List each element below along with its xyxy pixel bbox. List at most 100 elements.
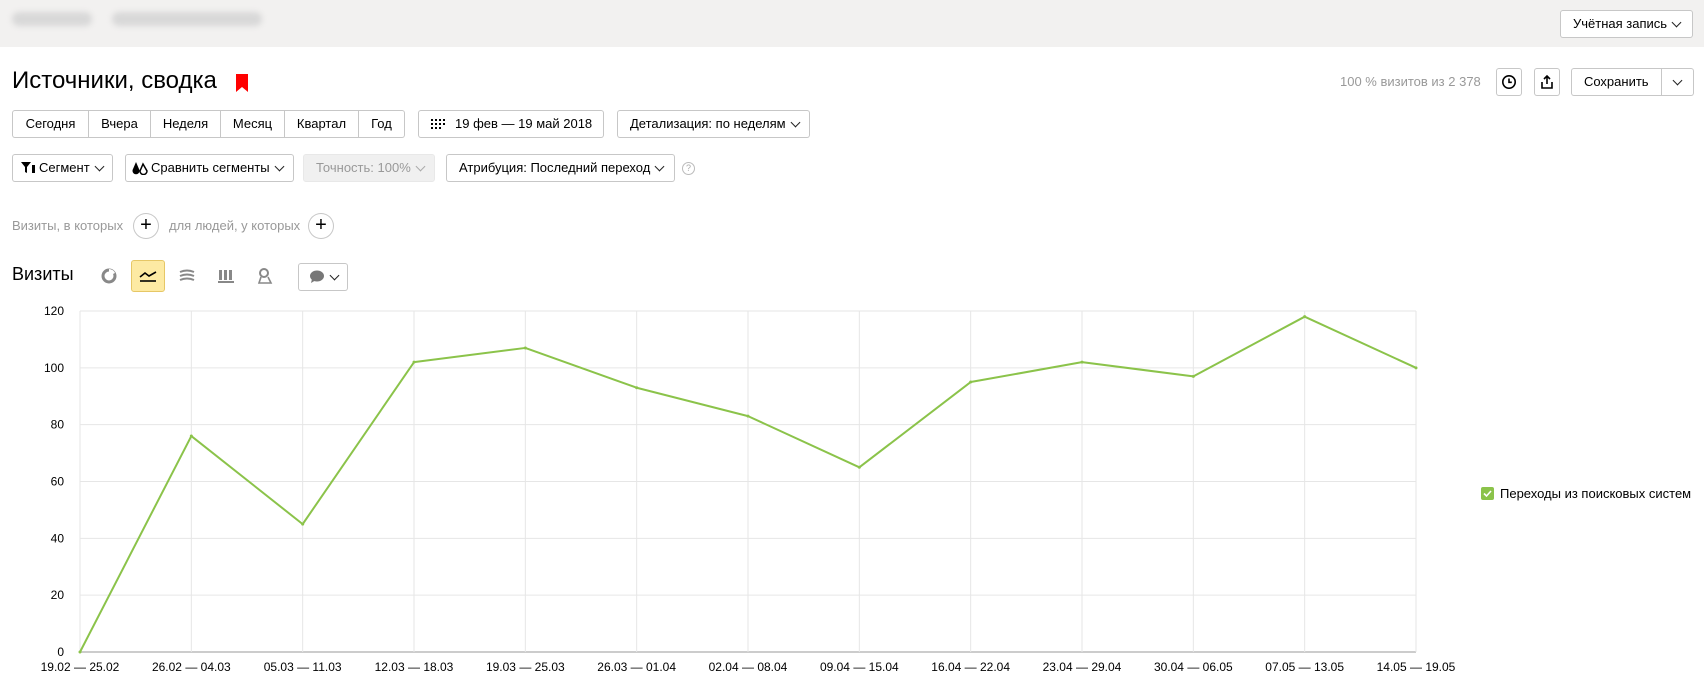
segment-label: Сегмент — [39, 160, 90, 175]
chevron-down-icon — [329, 270, 339, 280]
export-icon — [1541, 74, 1553, 89]
pie-chart-icon — [101, 268, 117, 284]
line-chart-icon — [139, 271, 157, 282]
visits-line-chart: 0 20 40 60 80 100 120 19.02 — 25.02 26.02 — 04.0… — [41, 304, 1456, 674]
save-split-button: Сохранить — [1571, 68, 1694, 96]
account-button[interactable]: Учётная запись — [1560, 10, 1693, 38]
filter-icon — [21, 162, 35, 173]
page-title: Источники, сводка — [12, 67, 217, 94]
data-point — [635, 386, 639, 390]
x-tick-label: 23.04 — 29.04 — [1043, 660, 1122, 674]
chevron-down-icon — [1671, 17, 1682, 27]
pie-chart-button[interactable] — [92, 260, 126, 292]
save-button[interactable]: Сохранить — [1572, 69, 1662, 95]
period-today[interactable]: Сегодня — [12, 110, 89, 138]
data-point — [969, 380, 973, 384]
bookmark-icon[interactable] — [236, 74, 248, 92]
period-month[interactable]: Месяц — [220, 110, 285, 138]
data-point — [1414, 366, 1418, 370]
y-tick-label: 80 — [51, 418, 65, 432]
compare-segments-button[interactable]: Сравнить сегменты — [125, 154, 294, 182]
y-tick-label: 60 — [51, 475, 65, 489]
chevron-down-icon — [654, 161, 665, 171]
account-label: Учётная запись — [1573, 16, 1668, 31]
series-line — [79, 315, 1417, 653]
clock-icon — [1502, 75, 1516, 89]
y-tick-label: 120 — [44, 304, 64, 318]
chevron-down-icon — [1672, 75, 1683, 85]
chevron-down-icon — [274, 161, 285, 171]
chevron-down-icon — [790, 117, 801, 127]
bar-chart-icon — [218, 270, 234, 283]
x-tick-label: 02.04 — 08.04 — [709, 660, 788, 674]
data-point — [301, 522, 305, 526]
x-tick-label: 09.04 — 15.04 — [820, 660, 899, 674]
data-point — [1191, 374, 1195, 378]
data-point — [78, 650, 82, 654]
people-condition-label: для людей, у которых — [169, 218, 301, 233]
period-quarter[interactable]: Квартал — [284, 110, 359, 138]
blurred-counter-info — [112, 12, 262, 26]
chevron-down-icon — [94, 161, 105, 171]
detail-label: Детализация: по неделям — [630, 116, 786, 131]
line-chart-button[interactable] — [131, 260, 165, 292]
visits-sample-info: 100 % визитов из 2 378 — [1340, 74, 1481, 89]
data-point — [746, 414, 750, 418]
notes-dropdown[interactable] — [298, 263, 348, 291]
detail-dropdown[interactable]: Детализация: по неделям — [617, 110, 810, 138]
y-tick-label: 20 — [51, 588, 65, 602]
data-point — [1303, 315, 1307, 319]
data-point — [857, 465, 861, 469]
data-point — [1080, 360, 1084, 364]
chart-legend: Переходы из поисковых систем — [1481, 486, 1691, 501]
chevron-down-icon — [415, 161, 426, 171]
blurred-site-name — [12, 12, 92, 26]
add-visit-condition-button[interactable]: + — [133, 213, 159, 239]
legend-series-label: Переходы из поисковых систем — [1500, 486, 1692, 501]
period-week[interactable]: Неделя — [150, 110, 221, 138]
compare-segments-icon — [132, 162, 148, 175]
x-tick-label: 26.02 — 04.03 — [152, 660, 231, 674]
date-range-label: 19 фев — 19 май 2018 — [455, 116, 593, 131]
help-icon[interactable]: ? — [682, 162, 695, 175]
area-chart-button[interactable] — [170, 260, 204, 292]
period-year[interactable]: Год — [358, 110, 405, 138]
attribution-label: Атрибуция: Последний переход — [459, 160, 651, 175]
x-tick-label: 30.04 — 06.05 — [1154, 660, 1233, 674]
attribution-dropdown[interactable]: Атрибуция: Последний переход — [446, 154, 675, 182]
segment-button[interactable]: Сегмент — [12, 154, 113, 182]
legend-checkbox[interactable] — [1481, 487, 1494, 500]
data-point — [523, 346, 527, 350]
comment-icon — [309, 270, 324, 283]
x-tick-label: 26.03 — 01.04 — [597, 660, 676, 674]
x-tick-label: 19.03 — 25.03 — [486, 660, 565, 674]
x-tick-label: 19.02 — 25.02 — [41, 660, 120, 674]
visits-condition-label: Визиты, в которых — [12, 218, 124, 233]
y-tick-label: 100 — [44, 361, 64, 375]
data-point — [189, 434, 193, 438]
accuracy-label: Точность: 100% — [316, 160, 411, 175]
data-point — [412, 360, 416, 364]
calendar-icon — [431, 119, 445, 129]
top-bar: Учётная запись — [0, 0, 1704, 47]
x-tick-label: 14.05 — 19.05 — [1377, 660, 1456, 674]
bar-chart-button[interactable] — [209, 260, 243, 292]
x-tick-label: 07.05 — 13.05 — [1265, 660, 1344, 674]
map-icon — [257, 268, 273, 284]
chart-section-title: Визиты — [12, 264, 74, 284]
x-tick-label: 12.03 — 18.03 — [375, 660, 454, 674]
date-range-picker[interactable]: 19 фев — 19 май 2018 — [418, 110, 604, 138]
add-people-condition-button[interactable]: + — [308, 213, 334, 239]
history-button[interactable] — [1496, 68, 1522, 96]
y-tick-label: 0 — [57, 645, 64, 659]
period-yesterday[interactable]: Вчера — [88, 110, 151, 138]
y-tick-label: 40 — [51, 531, 65, 545]
map-button[interactable] — [248, 260, 282, 292]
area-chart-icon — [179, 269, 195, 281]
x-tick-label: 05.03 — 11.03 — [264, 660, 342, 674]
accuracy-dropdown: Точность: 100% — [303, 154, 435, 182]
x-tick-label: 16.04 — 22.04 — [931, 660, 1010, 674]
save-options-button[interactable] — [1662, 75, 1693, 85]
compare-segments-label: Сравнить сегменты — [151, 160, 270, 175]
export-button[interactable] — [1534, 68, 1560, 96]
